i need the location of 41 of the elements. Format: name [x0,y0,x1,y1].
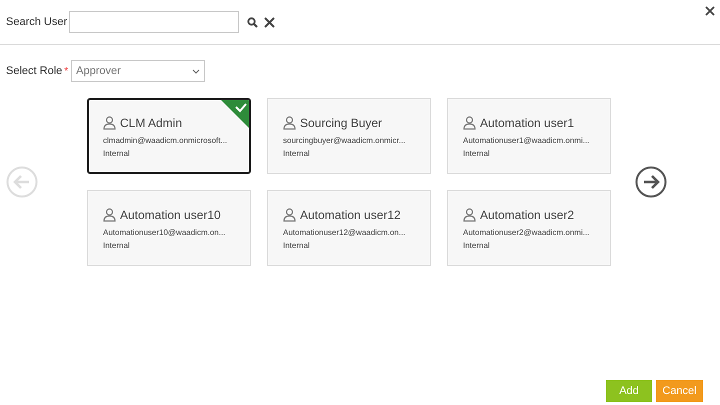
role-label: Select Role [6,64,62,79]
user-type: Internal [283,148,311,160]
search-label: Search User [6,14,68,30]
user-name: Automation user1 [480,115,574,132]
user-name: CLM Admin [120,115,182,132]
user-email: Automationuser12@waadicm.on... [283,227,406,239]
user-email: Automationuser10@waadicm.on... [103,227,226,239]
required-mark: * [64,64,68,78]
user-name: Automation user12 [300,207,401,224]
user-card[interactable]: Automation user1 Automationuser1@waadicm.onmi... Internal [447,98,611,174]
user-card[interactable]: Automation user12 Automationuser12@waadicm.on... Internal [267,190,431,266]
user-email: Automationuser1@waadicm.onmi... [463,135,590,147]
close-icon[interactable] [705,6,715,16]
user-name: Automation user10 [120,207,221,224]
user-card[interactable]: Automation user10 Automationuser10@waadicm.on... Internal [87,190,251,266]
search-icon[interactable] [247,16,258,28]
user-type: Internal [103,240,131,252]
user-icon [283,116,296,130]
clear-icon[interactable] [264,16,275,28]
user-type: Internal [463,148,491,160]
user-name: Sourcing Buyer [300,115,382,132]
user-card[interactable]: Automation user2 Automationuser2@waadicm.onmi... Internal [447,190,611,266]
user-type: Internal [103,148,131,160]
user-icon [463,208,476,222]
user-icon [463,116,476,130]
user-icon [103,116,116,130]
next-button[interactable] [634,166,666,198]
role-dropdown[interactable]: Approver [71,60,206,82]
user-icon [103,208,116,222]
user-card[interactable]: Sourcing Buyer sourcingbuyer@waadicm.onmicr... Internal [267,98,431,174]
user-icon [283,208,296,222]
search-field[interactable] [69,11,239,33]
user-email: Automationuser2@waadicm.onmi... [463,227,590,239]
user-card[interactable]: CLM Admin clmadmin@waadicm.onmicrosoft... Internal [87,98,251,174]
user-email: clmadmin@waadicm.onmicrosoft... [103,135,228,147]
user-name: Automation user2 [480,207,574,224]
selected-check-icon [221,100,249,128]
user-email: sourcingbuyer@waadicm.onmicr... [283,135,406,147]
chevron-icon [192,68,200,74]
user-type: Internal [463,240,491,252]
user-type: Internal [283,240,311,252]
